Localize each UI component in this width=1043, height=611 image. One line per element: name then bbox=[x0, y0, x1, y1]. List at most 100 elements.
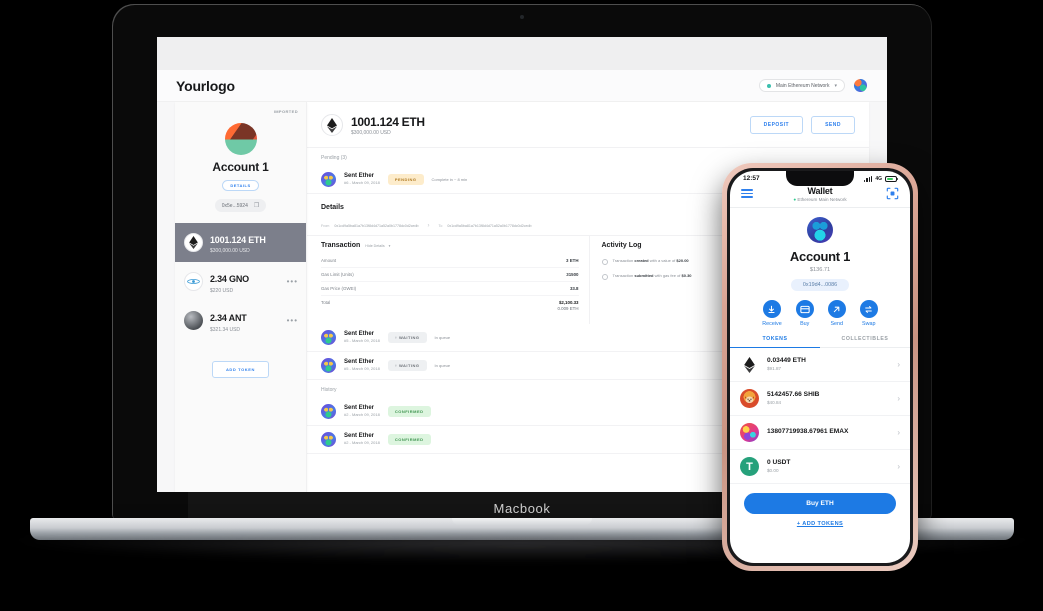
log-bold2: $0.30 bbox=[681, 273, 692, 278]
list-item[interactable]: 0.03449 ETH $91.87 › bbox=[730, 348, 910, 382]
transaction-title: Sent Ether bbox=[344, 358, 375, 365]
token-row[interactable]: 2.34 ANT $321.34 USD ••• bbox=[175, 301, 306, 340]
detail-key: Gas Price (GWEI) bbox=[321, 286, 357, 291]
buy-icon bbox=[795, 300, 814, 318]
token-text: 1001.124 ETH $300,000.00 USD bbox=[210, 230, 266, 255]
transaction-title: Sent Ether bbox=[344, 330, 375, 337]
token-amount: 0.03449 ETH bbox=[767, 357, 806, 365]
brand-logo[interactable]: Yourlogo bbox=[176, 78, 235, 94]
activity-log-text: Transaction submitted with gas fee of $0… bbox=[613, 273, 692, 278]
swap-button[interactable]: Swap bbox=[859, 300, 878, 327]
buy-button[interactable]: Buy bbox=[795, 300, 814, 327]
account-address-chip[interactable]: 0x5e...5924 ❐ bbox=[214, 199, 267, 212]
account-name: Account 1 bbox=[789, 249, 851, 264]
transaction-avatar-icon bbox=[321, 172, 336, 187]
token-row[interactable]: 2.34 GNO $220 USD ••• bbox=[175, 262, 306, 301]
add-tokens-link[interactable]: + ADD TOKENS bbox=[744, 521, 896, 527]
scan-qr-icon[interactable] bbox=[886, 187, 899, 200]
list-item[interactable]: 5142457.66 SHIB $40.84 › bbox=[730, 382, 910, 416]
token-text: 0.03449 ETH $91.87 bbox=[767, 357, 806, 372]
detail-row: Gas Price (GWEI) 33.8 bbox=[321, 282, 579, 296]
transaction-detail-header: Transaction Hide Details ▾ bbox=[321, 242, 579, 249]
tab-tokens[interactable]: TOKENS bbox=[730, 331, 820, 348]
log-pre: Transaction bbox=[612, 258, 635, 263]
detail-value: 33.8 bbox=[569, 286, 579, 291]
chevron-right-icon[interactable]: › bbox=[897, 394, 900, 403]
log-pre: Transaction bbox=[612, 273, 635, 278]
transaction-note: Complete in ~ 8 min bbox=[431, 177, 468, 182]
detail-row: Gas Limit (Units) 31500 bbox=[321, 268, 579, 282]
token-menu-icon[interactable]: ••• bbox=[287, 316, 298, 325]
add-token-button[interactable]: ADD TOKEN bbox=[211, 361, 270, 379]
account-address-chip[interactable]: 0x19d4...0086 bbox=[790, 279, 850, 291]
from-label: From bbox=[321, 224, 330, 228]
token-text: 0 USDT $0.00 bbox=[767, 459, 790, 474]
token-amount: 1001.124 ETH bbox=[210, 235, 266, 245]
account-address-text: 0x5e...5924 bbox=[221, 202, 248, 209]
phone-notch bbox=[786, 171, 854, 186]
tab-collectibles[interactable]: COLLECTIBLES bbox=[820, 331, 910, 348]
deposit-button[interactable]: DEPOSIT bbox=[749, 116, 804, 134]
detail-key: Gas Limit (Units) bbox=[321, 272, 354, 277]
buy-eth-button[interactable]: Buy ETH bbox=[744, 493, 896, 514]
eth-token-icon bbox=[740, 355, 759, 374]
screenshot-stage: Yourlogo Main Ethereum Network ▾ IMPORTE… bbox=[0, 0, 1043, 611]
phone-tabs: TOKENS COLLECTIBLES bbox=[730, 331, 910, 348]
log-bold: submitted bbox=[634, 273, 654, 278]
status-badge: ↑ WAITING bbox=[387, 331, 427, 343]
token-menu-icon[interactable]: ••• bbox=[287, 277, 298, 286]
chevron-right-icon[interactable]: › bbox=[897, 428, 900, 437]
avatar[interactable] bbox=[854, 79, 867, 92]
status-right-group: 4G bbox=[863, 175, 899, 182]
buy-label: Buy bbox=[800, 321, 810, 327]
to-address: 0x1cd9a5ba81a7b13f8d4d71a52a0b1778dc0d2c… bbox=[447, 224, 532, 228]
transaction-hide-details-toggle[interactable]: Hide Details ▾ bbox=[365, 244, 390, 248]
add-token-wrapper: ADD TOKEN bbox=[175, 358, 306, 379]
receive-button[interactable]: Receive bbox=[762, 300, 782, 327]
chevron-right-icon[interactable]: › bbox=[897, 360, 900, 369]
balance-amount: 1001.124 ETH bbox=[351, 114, 425, 129]
send-button[interactable]: Send bbox=[827, 300, 846, 327]
laptop-brand-label: Macbook bbox=[493, 500, 551, 516]
status-badge: CONFIRMED bbox=[387, 433, 431, 445]
send-icon bbox=[827, 300, 846, 318]
swap-icon bbox=[859, 300, 878, 318]
phone-screen: 12:57 4G Wallet ● Ethereum Main Network bbox=[730, 171, 910, 563]
badge-label: WAITING bbox=[398, 362, 420, 368]
transaction-avatar-icon bbox=[321, 329, 336, 345]
list-item[interactable]: T 0 USDT $0.00 › bbox=[730, 450, 910, 484]
log-bold2: $20.00 bbox=[676, 258, 689, 263]
chevron-right-icon[interactable]: › bbox=[897, 462, 900, 471]
account-details-button[interactable]: DETAILS bbox=[222, 180, 259, 191]
network-status-dot-icon bbox=[766, 83, 771, 88]
badge-label: WAITING bbox=[398, 334, 420, 340]
emax-token-icon bbox=[740, 423, 759, 442]
transaction-avatar-icon bbox=[321, 357, 336, 373]
transaction-avatar-icon bbox=[321, 403, 336, 419]
log-post: with a value of bbox=[648, 258, 677, 263]
list-item[interactable]: 13807719938.67961 EMAX › bbox=[730, 416, 910, 450]
phone-account-block: Account 1 $136.71 0x19d4...0086 bbox=[730, 208, 910, 291]
status-badge: CONFIRMED bbox=[387, 405, 431, 417]
balance-usd: $300,000.00 USD bbox=[351, 129, 391, 136]
phone-network-label: ● Ethereum Main Network bbox=[730, 197, 910, 202]
log-post: with gas fee of bbox=[653, 273, 682, 278]
receive-label: Receive bbox=[762, 321, 782, 327]
phone-device: 12:57 4G Wallet ● Ethereum Main Network bbox=[722, 163, 918, 571]
transaction-subtitle: #6 - March 09, 2018 bbox=[344, 180, 380, 186]
usdt-token-icon: T bbox=[740, 457, 759, 476]
shib-token-icon bbox=[740, 389, 759, 408]
account-sidebar: IMPORTED Account 1 DETAILS 0x5e...5924 ❐ bbox=[175, 102, 307, 492]
transaction-avatar-icon bbox=[321, 431, 336, 447]
details-title: Details bbox=[321, 203, 344, 211]
transaction-subtitle: #5 - March 09, 2018 bbox=[344, 338, 380, 344]
avatar[interactable] bbox=[807, 217, 833, 243]
network-selector[interactable]: Main Ethereum Network ▾ bbox=[758, 79, 845, 92]
network-name: Ethereum Main Network bbox=[797, 196, 847, 202]
transaction-subtitle: #5 - March 09, 2018 bbox=[344, 366, 380, 372]
send-button[interactable]: SEND bbox=[811, 116, 855, 134]
token-row[interactable]: 1001.124 ETH $300,000.00 USD bbox=[175, 223, 306, 263]
copy-icon[interactable]: ❐ bbox=[254, 202, 259, 209]
status-badge: PENDING bbox=[387, 174, 424, 185]
arrow-up-icon: ↑ bbox=[394, 334, 398, 340]
